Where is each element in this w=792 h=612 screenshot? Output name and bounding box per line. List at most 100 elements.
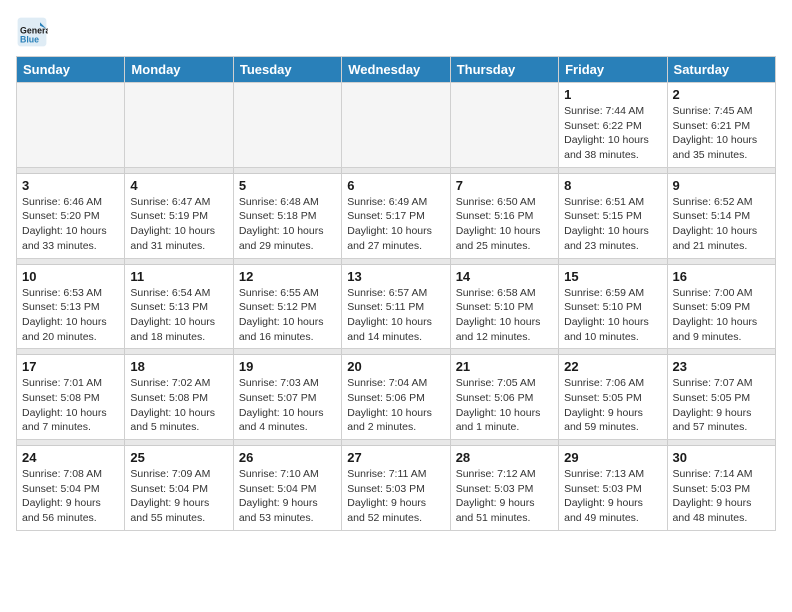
- calendar-cell: 17 Sunrise: 7:01 AM Sunset: 5:08 PM Dayli…: [17, 355, 125, 440]
- calendar-cell: 12Sunrise: 6:55 AM Sunset: 5:12 PM Dayli…: [233, 264, 341, 349]
- day-number: 25: [130, 450, 227, 465]
- day-number: 6: [347, 178, 444, 193]
- day-detail: Sunrise: 7:06 AM Sunset: 5:05 PM Dayligh…: [564, 376, 661, 435]
- day-number: 24: [22, 450, 119, 465]
- day-detail: Sunrise: 7:09 AM Sunset: 5:04 PM Dayligh…: [130, 467, 227, 526]
- weekday-header-saturday: Saturday: [667, 57, 775, 83]
- calendar-cell: 1 Sunrise: 7:44 AM Sunset: 6:22 PM Daylig…: [559, 83, 667, 168]
- page-header: General Blue: [16, 16, 776, 48]
- calendar-cell: 26Sunrise: 7:10 AM Sunset: 5:04 PM Dayli…: [233, 446, 341, 531]
- weekday-header-row: SundayMondayTuesdayWednesdayThursdayFrid…: [17, 57, 776, 83]
- day-number: 29: [564, 450, 661, 465]
- day-detail: Sunrise: 6:53 AM Sunset: 5:13 PM Dayligh…: [22, 286, 119, 345]
- day-number: 4: [130, 178, 227, 193]
- weekday-header-monday: Monday: [125, 57, 233, 83]
- day-detail: Sunrise: 6:50 AM Sunset: 5:16 PM Dayligh…: [456, 195, 553, 254]
- calendar-cell: [342, 83, 450, 168]
- day-number: 9: [673, 178, 770, 193]
- day-number: 12: [239, 269, 336, 284]
- calendar-cell: 25 Sunrise: 7:09 AM Sunset: 5:04 PM Dayli…: [125, 446, 233, 531]
- day-number: 15: [564, 269, 661, 284]
- weekday-header-friday: Friday: [559, 57, 667, 83]
- day-detail: Sunrise: 7:13 AM Sunset: 5:03 PM Dayligh…: [564, 467, 661, 526]
- weekday-header-sunday: Sunday: [17, 57, 125, 83]
- day-detail: Sunrise: 7:45 AM Sunset: 6:21 PM Dayligh…: [673, 104, 770, 163]
- day-number: 27: [347, 450, 444, 465]
- day-detail: Sunrise: 6:59 AM Sunset: 5:10 PM Dayligh…: [564, 286, 661, 345]
- day-detail: Sunrise: 6:58 AM Sunset: 5:10 PM Dayligh…: [456, 286, 553, 345]
- day-number: 5: [239, 178, 336, 193]
- calendar-cell: 18Sunrise: 7:02 AM Sunset: 5:08 PM Dayli…: [125, 355, 233, 440]
- day-number: 14: [456, 269, 553, 284]
- day-detail: Sunrise: 7:10 AM Sunset: 5:04 PM Dayligh…: [239, 467, 336, 526]
- day-detail: Sunrise: 6:47 AM Sunset: 5:19 PM Dayligh…: [130, 195, 227, 254]
- day-detail: Sunrise: 7:05 AM Sunset: 5:06 PM Dayligh…: [456, 376, 553, 435]
- calendar-cell: 5 Sunrise: 6:48 AM Sunset: 5:18 PM Daylig…: [233, 173, 341, 258]
- day-number: 21: [456, 359, 553, 374]
- calendar-cell: 7 Sunrise: 6:50 AM Sunset: 5:16 PM Daylig…: [450, 173, 558, 258]
- week-row-4: 24 Sunrise: 7:08 AM Sunset: 5:04 PM Dayli…: [17, 446, 776, 531]
- calendar-cell: [125, 83, 233, 168]
- calendar-cell: 10 Sunrise: 6:53 AM Sunset: 5:13 PM Dayli…: [17, 264, 125, 349]
- week-row-2: 10 Sunrise: 6:53 AM Sunset: 5:13 PM Dayli…: [17, 264, 776, 349]
- calendar-cell: 11 Sunrise: 6:54 AM Sunset: 5:13 PM Dayli…: [125, 264, 233, 349]
- day-number: 16: [673, 269, 770, 284]
- day-detail: Sunrise: 7:02 AM Sunset: 5:08 PM Dayligh…: [130, 376, 227, 435]
- day-detail: Sunrise: 6:51 AM Sunset: 5:15 PM Dayligh…: [564, 195, 661, 254]
- calendar-cell: [450, 83, 558, 168]
- day-number: 10: [22, 269, 119, 284]
- calendar-table: SundayMondayTuesdayWednesdayThursdayFrid…: [16, 56, 776, 531]
- calendar-cell: 29 Sunrise: 7:13 AM Sunset: 5:03 PM Dayli…: [559, 446, 667, 531]
- calendar-cell: 28 Sunrise: 7:12 AM Sunset: 5:03 PM Dayli…: [450, 446, 558, 531]
- day-detail: Sunrise: 7:12 AM Sunset: 5:03 PM Dayligh…: [456, 467, 553, 526]
- day-number: 20: [347, 359, 444, 374]
- day-detail: Sunrise: 7:08 AM Sunset: 5:04 PM Dayligh…: [22, 467, 119, 526]
- day-detail: Sunrise: 7:01 AM Sunset: 5:08 PM Dayligh…: [22, 376, 119, 435]
- calendar-cell: 30 Sunrise: 7:14 AM Sunset: 5:03 PM Dayli…: [667, 446, 775, 531]
- day-detail: Sunrise: 7:11 AM Sunset: 5:03 PM Dayligh…: [347, 467, 444, 526]
- day-number: 2: [673, 87, 770, 102]
- calendar-cell: 8 Sunrise: 6:51 AM Sunset: 5:15 PM Daylig…: [559, 173, 667, 258]
- day-number: 11: [130, 269, 227, 284]
- day-number: 28: [456, 450, 553, 465]
- calendar-cell: 15 Sunrise: 6:59 AM Sunset: 5:10 PM Dayli…: [559, 264, 667, 349]
- day-detail: Sunrise: 6:48 AM Sunset: 5:18 PM Dayligh…: [239, 195, 336, 254]
- calendar-cell: 6 Sunrise: 6:49 AM Sunset: 5:17 PM Daylig…: [342, 173, 450, 258]
- day-number: 23: [673, 359, 770, 374]
- calendar-cell: 14 Sunrise: 6:58 AM Sunset: 5:10 PM Dayli…: [450, 264, 558, 349]
- day-number: 7: [456, 178, 553, 193]
- weekday-header-wednesday: Wednesday: [342, 57, 450, 83]
- calendar-cell: 20Sunrise: 7:04 AM Sunset: 5:06 PM Dayli…: [342, 355, 450, 440]
- week-row-3: 17 Sunrise: 7:01 AM Sunset: 5:08 PM Dayli…: [17, 355, 776, 440]
- calendar-cell: 2 Sunrise: 7:45 AM Sunset: 6:21 PM Daylig…: [667, 83, 775, 168]
- day-number: 13: [347, 269, 444, 284]
- calendar-cell: 21 Sunrise: 7:05 AM Sunset: 5:06 PM Dayli…: [450, 355, 558, 440]
- svg-text:Blue: Blue: [20, 34, 39, 44]
- day-number: 1: [564, 87, 661, 102]
- day-detail: Sunrise: 7:00 AM Sunset: 5:09 PM Dayligh…: [673, 286, 770, 345]
- calendar-cell: 27 Sunrise: 7:11 AM Sunset: 5:03 PM Dayli…: [342, 446, 450, 531]
- weekday-header-thursday: Thursday: [450, 57, 558, 83]
- calendar-cell: 13Sunrise: 6:57 AM Sunset: 5:11 PM Dayli…: [342, 264, 450, 349]
- calendar-cell: 3Sunrise: 6:46 AM Sunset: 5:20 PM Daylig…: [17, 173, 125, 258]
- day-number: 22: [564, 359, 661, 374]
- week-row-0: 1 Sunrise: 7:44 AM Sunset: 6:22 PM Daylig…: [17, 83, 776, 168]
- calendar-cell: 24 Sunrise: 7:08 AM Sunset: 5:04 PM Dayli…: [17, 446, 125, 531]
- calendar-cell: [233, 83, 341, 168]
- day-number: 8: [564, 178, 661, 193]
- calendar-cell: 9Sunrise: 6:52 AM Sunset: 5:14 PM Daylig…: [667, 173, 775, 258]
- logo: General Blue: [16, 16, 48, 48]
- calendar-cell: 19 Sunrise: 7:03 AM Sunset: 5:07 PM Dayli…: [233, 355, 341, 440]
- calendar-cell: [17, 83, 125, 168]
- day-detail: Sunrise: 6:49 AM Sunset: 5:17 PM Dayligh…: [347, 195, 444, 254]
- logo-icon: General Blue: [16, 16, 48, 48]
- day-detail: Sunrise: 6:54 AM Sunset: 5:13 PM Dayligh…: [130, 286, 227, 345]
- day-number: 30: [673, 450, 770, 465]
- day-detail: Sunrise: 7:44 AM Sunset: 6:22 PM Dayligh…: [564, 104, 661, 163]
- day-detail: Sunrise: 6:46 AM Sunset: 5:20 PM Dayligh…: [22, 195, 119, 254]
- day-detail: Sunrise: 7:14 AM Sunset: 5:03 PM Dayligh…: [673, 467, 770, 526]
- day-detail: Sunrise: 7:03 AM Sunset: 5:07 PM Dayligh…: [239, 376, 336, 435]
- day-number: 19: [239, 359, 336, 374]
- calendar-cell: 22 Sunrise: 7:06 AM Sunset: 5:05 PM Dayli…: [559, 355, 667, 440]
- day-number: 17: [22, 359, 119, 374]
